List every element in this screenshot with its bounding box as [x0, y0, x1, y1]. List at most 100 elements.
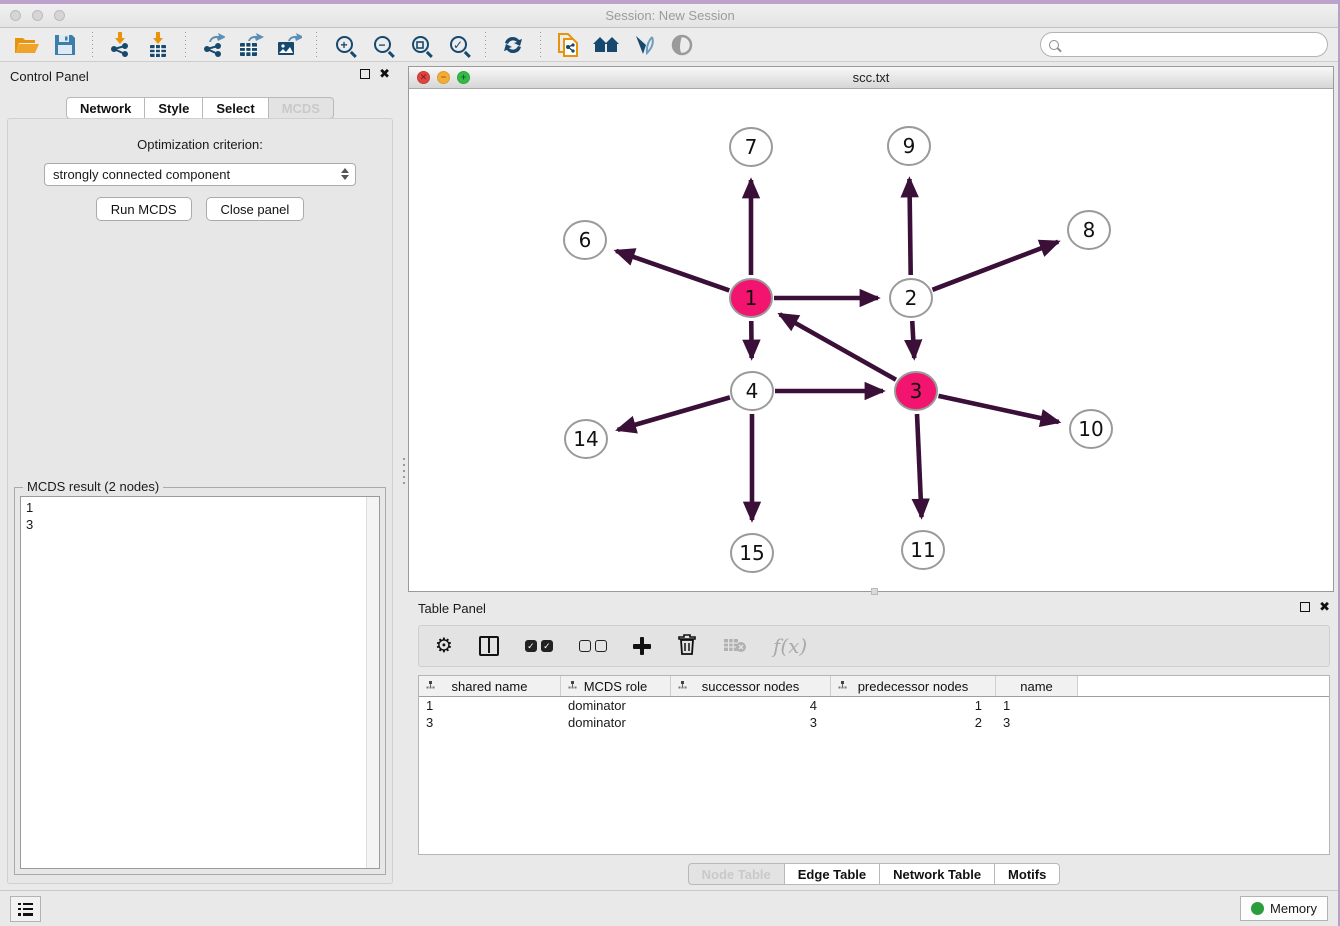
vertical-splitter[interactable] [400, 62, 408, 890]
tab-edge-table[interactable]: Edge Table [785, 863, 880, 885]
table-row[interactable]: 1dominator411 [419, 697, 1329, 714]
graph-edge-3-11[interactable] [917, 414, 922, 517]
column-header-successor-nodes[interactable]: successor nodes [671, 676, 831, 696]
graph-node-2[interactable]: 2 [890, 279, 932, 317]
tab-style[interactable]: Style [145, 97, 203, 119]
mcds-result-text[interactable]: 1 3 [20, 496, 380, 869]
control-panel-tabs: NetworkStyleSelectMCDS [0, 97, 400, 119]
tab-mcds[interactable]: MCDS [269, 97, 334, 119]
table-panel: Table Panel ✖ ⚙ ✓✓ f(x) shared nameMCDS … [408, 595, 1340, 890]
zoom-in-icon[interactable]: + [329, 31, 359, 59]
toolbar-search[interactable] [1040, 32, 1328, 57]
style-toggle-icon[interactable] [629, 31, 659, 59]
graph-node-3[interactable]: 3 [895, 372, 937, 410]
mcds-result-fieldset: MCDS result (2 nodes) 1 3 [14, 487, 386, 875]
zoom-out-icon[interactable]: − [367, 31, 397, 59]
open-session-icon[interactable] [12, 31, 42, 59]
graph-node-4[interactable]: 4 [731, 372, 773, 410]
network-minimize-button[interactable]: − [437, 71, 450, 84]
table-cell[interactable]: 1 [419, 697, 561, 714]
network-close-button[interactable]: ✕ [417, 71, 430, 84]
criterion-value: strongly connected component [53, 167, 230, 182]
import-table-icon[interactable] [143, 31, 173, 59]
select-all-columns-icon[interactable]: ✓✓ [525, 640, 553, 652]
column-header-MCDS-role[interactable]: MCDS role [561, 676, 671, 696]
splitter-handle[interactable] [403, 458, 405, 484]
zoom-fit-icon[interactable] [405, 31, 435, 59]
table-cell[interactable]: 3 [671, 714, 831, 731]
float-panel-icon[interactable] [360, 69, 370, 79]
memory-button[interactable]: Memory [1240, 896, 1328, 921]
graph-edge-3-10[interactable] [938, 396, 1058, 422]
export-image-icon[interactable] [274, 31, 304, 59]
table-cell[interactable]: 4 [671, 697, 831, 714]
list-icon [18, 903, 33, 916]
table-cell[interactable]: 2 [831, 714, 996, 731]
svg-text:15: 15 [739, 541, 764, 565]
horizontal-splitter-handle[interactable] [871, 588, 878, 595]
graph-node-7[interactable]: 7 [730, 128, 772, 166]
refresh-view-icon[interactable] [498, 31, 528, 59]
graph-edge-2-8[interactable] [932, 242, 1058, 290]
result-scrollbar[interactable] [366, 497, 379, 868]
search-icon [1049, 40, 1059, 50]
graph-edge-4-14[interactable] [618, 397, 730, 429]
column-header-name[interactable]: name [996, 676, 1078, 696]
svg-text:10: 10 [1078, 417, 1103, 441]
eye-toggle-icon[interactable] [667, 31, 697, 59]
node-table[interactable]: shared nameMCDS rolesuccessor nodesprede… [418, 675, 1330, 855]
network-canvas[interactable]: 7 9 6 8 1 2 4 3 14 10 15 11 [409, 89, 1333, 591]
criterion-select[interactable]: strongly connected component [44, 163, 356, 186]
zoom-selected-icon[interactable]: ✓ [443, 31, 473, 59]
duplicate-network-icon[interactable] [553, 31, 583, 59]
import-network-icon[interactable] [105, 31, 135, 59]
graph-node-1[interactable]: 1 [730, 279, 772, 317]
optimization-label: Optimization criterion: [8, 137, 392, 152]
graph-node-8[interactable]: 8 [1068, 211, 1110, 249]
table-cell[interactable]: 3 [419, 714, 561, 731]
graph-node-10[interactable]: 10 [1070, 410, 1112, 448]
graph-node-11[interactable]: 11 [902, 531, 944, 569]
close-table-panel-icon[interactable]: ✖ [1319, 602, 1330, 612]
graph-node-14[interactable]: 14 [565, 420, 607, 458]
network-window-titlebar[interactable]: scc.txt ✕ − + [409, 67, 1333, 89]
tab-network-table[interactable]: Network Table [880, 863, 995, 885]
graph-node-15[interactable]: 15 [731, 534, 773, 572]
run-mcds-button[interactable]: Run MCDS [96, 197, 192, 221]
tab-network[interactable]: Network [66, 97, 145, 119]
home-layout-icon[interactable] [591, 31, 621, 59]
table-row[interactable]: 3dominator323 [419, 714, 1329, 731]
graph-edge-3-1[interactable] [780, 314, 896, 380]
tab-motifs[interactable]: Motifs [995, 863, 1060, 885]
table-cell[interactable]: 3 [996, 714, 1078, 731]
float-table-panel-icon[interactable] [1300, 602, 1310, 612]
close-panel-icon[interactable]: ✖ [379, 69, 390, 79]
table-cell[interactable]: 1 [996, 697, 1078, 714]
graph-node-6[interactable]: 6 [564, 221, 606, 259]
export-table-icon[interactable] [236, 31, 266, 59]
tab-select[interactable]: Select [203, 97, 268, 119]
graph-edge-2-3[interactable] [912, 321, 914, 358]
tree-icon [677, 681, 688, 691]
graph-edge-1-6[interactable] [616, 251, 729, 291]
gear-icon[interactable]: ⚙ [435, 636, 453, 656]
graph-edge-2-9[interactable] [909, 179, 910, 275]
search-input[interactable] [1059, 37, 1327, 52]
table-cell[interactable]: dominator [561, 697, 671, 714]
unselect-all-columns-icon[interactable] [579, 640, 607, 652]
save-session-icon[interactable] [50, 31, 80, 59]
column-header-predecessor-nodes[interactable]: predecessor nodes [831, 676, 996, 696]
svg-text:11: 11 [910, 538, 935, 562]
graph-node-9[interactable]: 9 [888, 127, 930, 165]
add-column-icon[interactable] [633, 637, 651, 655]
table-cell[interactable]: 1 [831, 697, 996, 714]
column-header-shared-name[interactable]: shared name [419, 676, 561, 696]
column-split-icon[interactable] [479, 636, 499, 656]
export-network-icon[interactable] [198, 31, 228, 59]
network-maximize-button[interactable]: + [457, 71, 470, 84]
close-panel-button[interactable]: Close panel [206, 197, 305, 221]
trash-icon[interactable] [677, 634, 697, 659]
tab-node-table[interactable]: Node Table [688, 863, 785, 885]
task-history-button[interactable] [10, 896, 41, 922]
table-cell[interactable]: dominator [561, 714, 671, 731]
